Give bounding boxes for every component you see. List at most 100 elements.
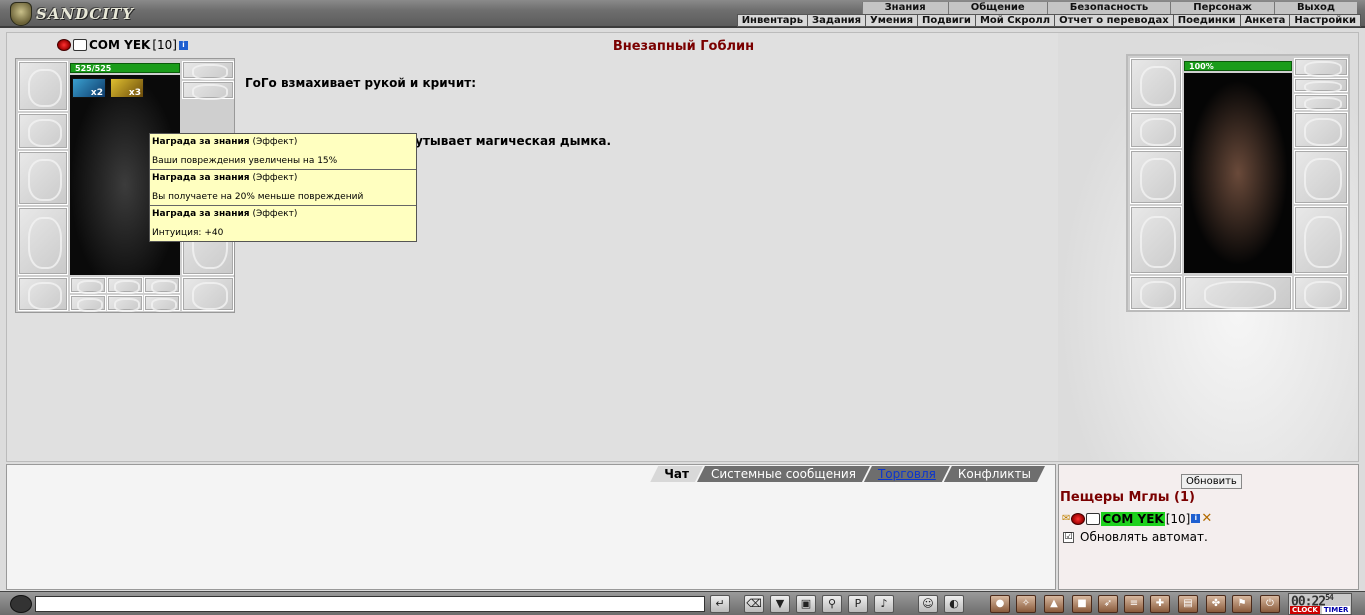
enemy-slot-rings[interactable] xyxy=(1294,94,1348,112)
slot-amulet[interactable] xyxy=(182,81,234,100)
menu-security[interactable]: Безопасность xyxy=(1046,2,1171,14)
tab-system-messages[interactable]: Системные сообщения xyxy=(697,466,870,482)
enemy-slot-helmet[interactable] xyxy=(1130,58,1182,110)
slot-earrings[interactable] xyxy=(182,61,234,80)
enemy-equipment: 100% xyxy=(1126,54,1350,312)
flag-icon[interactable]: ⚑ xyxy=(1232,595,1252,613)
slot-rune-3[interactable] xyxy=(144,295,180,313)
lock-icon[interactable]: ▤ xyxy=(1178,595,1198,613)
save-icon[interactable]: ▣ xyxy=(796,595,816,613)
tab-chat[interactable]: Чат xyxy=(650,466,703,482)
submenu-duels[interactable]: Поединки xyxy=(1172,15,1240,26)
sound-icon[interactable]: ♪ xyxy=(874,595,894,613)
slot-ring-3[interactable] xyxy=(144,277,180,295)
clock-labels: CLOCK TIMER xyxy=(1290,606,1351,614)
enemy-slot-amulet[interactable] xyxy=(1294,78,1348,94)
alignment-icon[interactable] xyxy=(1071,512,1086,525)
scroll-icon[interactable]: ≡ xyxy=(1124,595,1144,613)
refresh-button[interactable]: Обновить xyxy=(1181,474,1242,489)
effects-tooltip: Награда за знания (Эффект) Ваши поврежде… xyxy=(149,133,417,242)
submenu-my-scroll[interactable]: Мой Скролл xyxy=(974,15,1054,26)
effect-icon-2[interactable]: x3 xyxy=(110,78,144,98)
slot-rune-1[interactable] xyxy=(70,295,106,313)
player-info-icon[interactable]: i xyxy=(1191,514,1201,523)
location-player-level: [10] xyxy=(1165,511,1191,526)
timer-label[interactable]: TIMER xyxy=(1321,606,1351,614)
auto-refresh-checkbox[interactable]: ☑ xyxy=(1063,531,1074,543)
submenu-settings[interactable]: Настройки xyxy=(1289,15,1360,26)
chest-icon[interactable]: ■ xyxy=(1072,595,1092,613)
enemy-slot-belt[interactable] xyxy=(1130,276,1182,310)
slot-belt[interactable] xyxy=(18,277,68,311)
effect-icon-1[interactable]: x2 xyxy=(72,78,106,98)
bag-icon[interactable]: ● xyxy=(990,595,1010,613)
private-message-icon[interactable]: ✉ xyxy=(1062,513,1070,524)
enemy-slot-shield[interactable] xyxy=(1294,150,1348,204)
enemy-portrait[interactable] xyxy=(1184,73,1292,273)
move-icon[interactable]: ⚲ xyxy=(822,595,842,613)
effect-desc: Вы получаете на 20% меньше повреждений xyxy=(152,192,364,202)
filter-icon[interactable]: ▼ xyxy=(770,595,790,613)
paw-icon[interactable]: ✤ xyxy=(1206,595,1226,613)
enemy-slot-legs[interactable] xyxy=(1294,206,1348,274)
menu-character[interactable]: Персонаж xyxy=(1170,2,1274,14)
effect-title: Награда за знания xyxy=(152,137,250,147)
slot-ring-2[interactable] xyxy=(107,277,143,295)
top-bar: SANDCITY Знания Общение Безопасность Пер… xyxy=(0,0,1365,28)
magic-icon[interactable]: ✧ xyxy=(1016,595,1036,613)
slot-ring-1[interactable] xyxy=(70,277,106,295)
main-menu: Знания Общение Безопасность Персонаж Вых… xyxy=(861,2,1357,14)
submenu-skills[interactable]: Умения xyxy=(865,15,917,26)
potion-icon[interactable]: ▲ xyxy=(1044,595,1064,613)
logo[interactable]: SANDCITY xyxy=(10,2,134,26)
chat-input[interactable] xyxy=(35,596,705,612)
submenu-achievements[interactable]: Подвиги xyxy=(917,15,975,26)
menu-exit[interactable]: Выход xyxy=(1273,2,1357,14)
enemy-slot-earrings[interactable] xyxy=(1294,58,1348,77)
enemy-name: Внезапный Гоблин xyxy=(612,39,755,54)
clan-icon[interactable] xyxy=(1086,512,1101,525)
menu-communication[interactable]: Общение xyxy=(947,2,1047,14)
slot-rune-2[interactable] xyxy=(107,295,143,313)
battle-area: COM YEK [10] i 525/525 x2 x3 Внезапный Г… xyxy=(6,32,1359,462)
enemy-slot-weapon[interactable] xyxy=(1130,150,1182,204)
submenu-inventory[interactable]: Инвентарь xyxy=(738,15,807,26)
chat-panel[interactable]: Чат Системные сообщения Торговля Конфлик… xyxy=(6,464,1056,590)
sub-menu: Инвентарь Задания Умения Подвиги Мой Скр… xyxy=(736,14,1361,27)
smiles-icon[interactable]: ☺ xyxy=(918,595,938,613)
submenu-transfer-report[interactable]: Отчет о переводах xyxy=(1054,15,1173,26)
slot-weapon[interactable] xyxy=(18,151,68,205)
enemy-slot-armor[interactable] xyxy=(1130,206,1182,274)
submenu-quests[interactable]: Задания xyxy=(807,15,865,26)
enemy-slot-bracers[interactable] xyxy=(1130,112,1182,148)
slot-bracers[interactable] xyxy=(18,113,68,149)
cross-icon[interactable]: ✚ xyxy=(1150,595,1170,613)
clock-label[interactable]: CLOCK xyxy=(1290,606,1320,614)
tab-conflicts[interactable]: Конфликты xyxy=(944,466,1045,482)
enemy-slot-gloves[interactable] xyxy=(1294,112,1348,148)
effect-type: (Эффект) xyxy=(252,209,298,219)
arrow-icon[interactable]: ➶ xyxy=(1098,595,1118,613)
menu-knowledge[interactable]: Знания xyxy=(861,2,948,14)
exit-icon[interactable]: ⏻ xyxy=(1260,595,1280,613)
slot-boots[interactable] xyxy=(182,277,234,311)
slot-armor[interactable] xyxy=(18,207,68,275)
send-icon[interactable]: ↵ xyxy=(710,595,730,613)
location-player-nick[interactable]: COM YEK xyxy=(1101,511,1165,526)
clear-icon[interactable]: ⌫ xyxy=(744,595,764,613)
enemy-slot-rune[interactable] xyxy=(1184,276,1292,310)
submenu-profile[interactable]: Анкета xyxy=(1239,15,1290,26)
pl-icon[interactable]: P xyxy=(848,595,868,613)
auto-refresh-label: Обновлять автомат. xyxy=(1080,530,1208,544)
battle-icon[interactable]: ✕ xyxy=(1201,511,1212,526)
auto-refresh[interactable]: ☑ Обновлять автомат. xyxy=(1063,530,1208,544)
tab-trade[interactable]: Торговля xyxy=(864,466,950,482)
tooltip-effect: Награда за знания (Эффект) Ваши поврежде… xyxy=(150,134,416,170)
slot-helmet[interactable] xyxy=(18,61,68,111)
clock-widget[interactable]: 00:2254 CLOCK TIMER xyxy=(1288,593,1352,615)
enemy-slot-boots[interactable] xyxy=(1294,276,1348,310)
location-player: ✉ COM YEK [10] i ✕ xyxy=(1062,511,1212,526)
enemy-hp-bar: 100% xyxy=(1184,61,1292,71)
chat-mode-icon[interactable]: ◐ xyxy=(944,595,964,613)
chat-avatar-icon[interactable] xyxy=(10,595,32,613)
